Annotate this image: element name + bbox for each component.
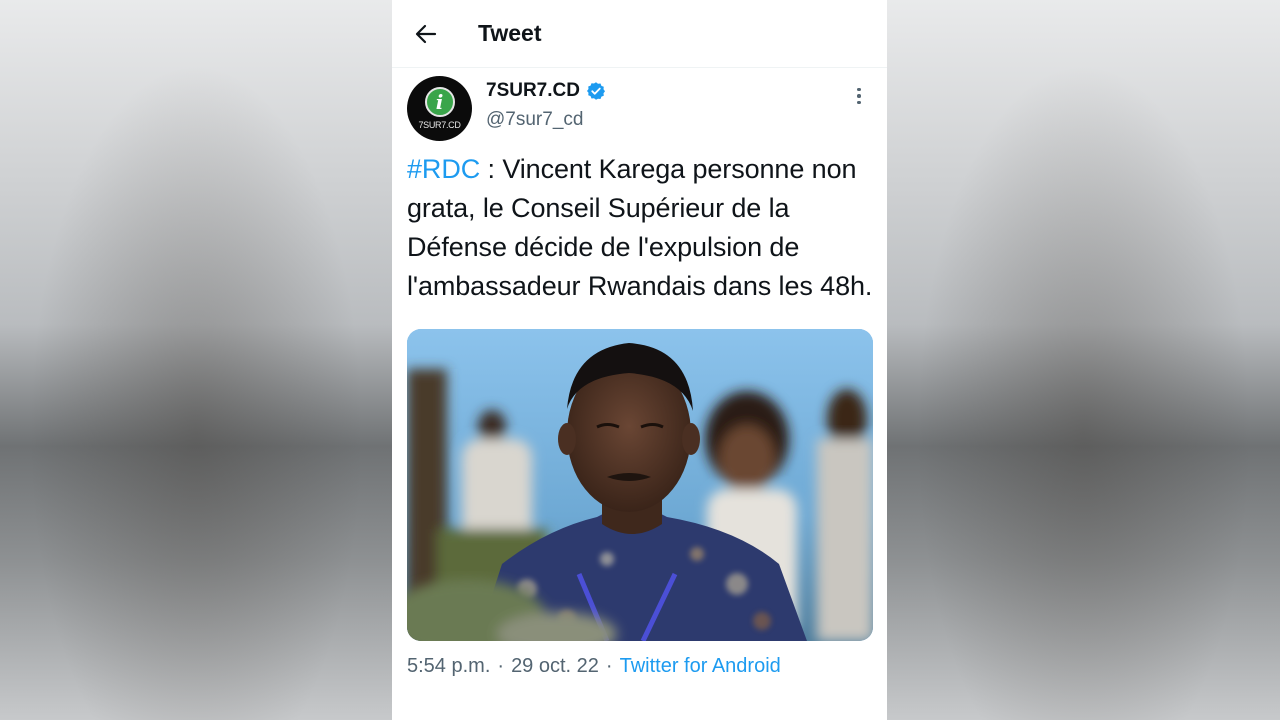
author-names: 7SUR7.CD @7sur7_cd xyxy=(486,80,606,131)
avatar-logo: i xyxy=(424,87,455,117)
tweet-date[interactable]: 29 oct. 22 xyxy=(511,655,599,678)
avatar[interactable]: i 7SUR7.CD xyxy=(407,76,472,141)
more-vertical-icon xyxy=(857,87,861,92)
page-title: Tweet xyxy=(478,20,542,46)
top-bar: Tweet xyxy=(392,0,887,68)
tweet-source-link[interactable]: Twitter for Android xyxy=(620,655,781,678)
avatar-text: 7SUR7.CD xyxy=(418,120,461,130)
tweet: i 7SUR7.CD 7SUR7.CD @7sur7_cd #RDC : Vin… xyxy=(392,68,887,678)
name-row: 7SUR7.CD xyxy=(486,80,606,102)
tweet-screen: Tweet i 7SUR7.CD 7SUR7.CD @7sur7_cd #RDC… xyxy=(392,0,887,720)
tweet-meta: 5:54 p.m. · 29 oct. 22 · Twitter for And… xyxy=(407,655,873,678)
author-handle[interactable]: @7sur7_cd xyxy=(486,109,606,131)
meta-separator: · xyxy=(497,655,505,677)
back-button[interactable] xyxy=(414,22,438,46)
photo-illustration xyxy=(407,329,873,641)
tweet-header: i 7SUR7.CD 7SUR7.CD @7sur7_cd xyxy=(407,76,873,150)
author-display-name[interactable]: 7SUR7.CD xyxy=(486,80,580,102)
tweet-text: #RDC : Vincent Karega personne non grata… xyxy=(407,150,877,306)
more-options-button[interactable] xyxy=(849,86,869,106)
tweet-time[interactable]: 5:54 p.m. xyxy=(407,655,490,678)
hashtag-link[interactable]: #RDC xyxy=(407,154,480,184)
verified-badge-icon xyxy=(586,82,605,100)
background-left xyxy=(0,0,392,720)
arrow-left-icon xyxy=(415,24,437,43)
meta-separator: · xyxy=(605,655,613,677)
background-right xyxy=(887,0,1280,720)
tweet-photo[interactable] xyxy=(407,329,873,641)
